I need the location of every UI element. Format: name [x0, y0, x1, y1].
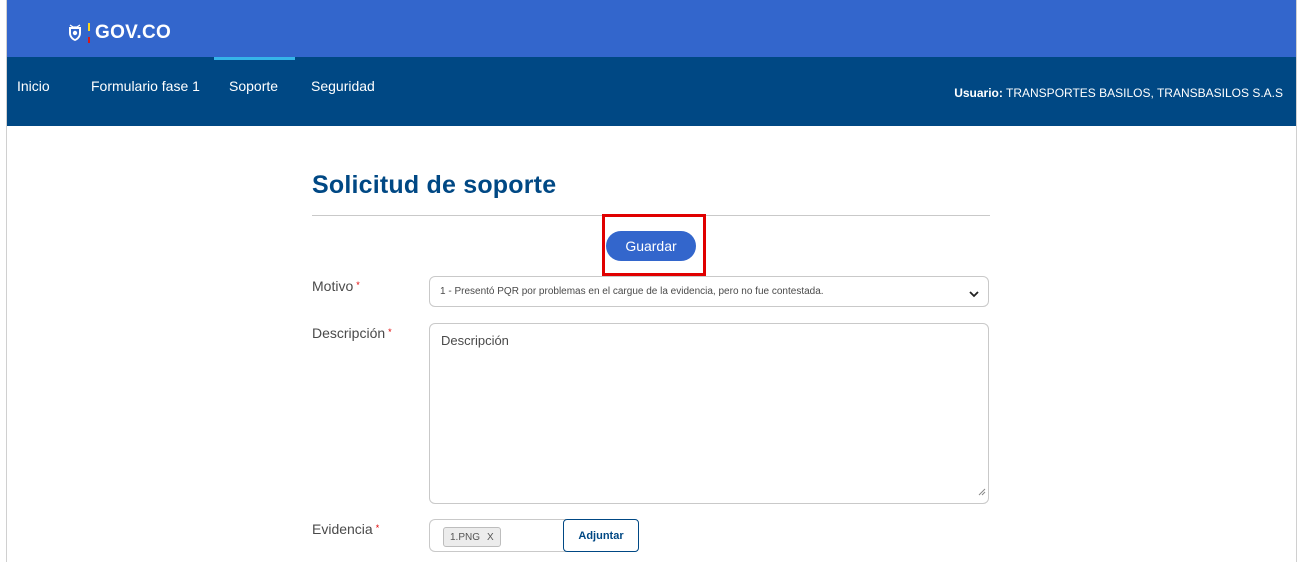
logo-divider — [88, 23, 90, 43]
gov-logo[interactable]: GOV.CO — [67, 20, 171, 46]
motivo-select[interactable]: 1 - Presentó PQR por problemas en el car… — [429, 276, 989, 307]
logo-text: GOV.CO — [95, 22, 172, 43]
required-mark: * — [388, 327, 392, 337]
motivo-select-value: 1 - Presentó PQR por problemas en el car… — [440, 286, 824, 297]
user-info-label: Usuario: — [954, 86, 1003, 100]
file-chip: 1.PNG X — [443, 527, 501, 547]
attach-button[interactable]: Adjuntar — [563, 519, 639, 552]
file-chip-name: 1.PNG — [450, 531, 481, 543]
required-mark: * — [356, 280, 360, 290]
page-title: Solicitud de soporte — [312, 171, 557, 199]
descripcion-textarea[interactable]: Descripción — [429, 323, 989, 504]
evidencia-label: Evidencia * — [312, 521, 379, 537]
resize-handle-icon[interactable] — [977, 483, 986, 501]
evidencia-file-list: 1.PNG X — [429, 519, 566, 552]
highlight-annotation — [602, 214, 706, 276]
nav-item-formulario-fase-1[interactable]: Formulario fase 1 — [91, 78, 200, 94]
chevron-down-icon — [968, 287, 980, 305]
nav-item-soporte[interactable]: Soporte — [229, 78, 278, 94]
nav-item-seguridad[interactable]: Seguridad — [311, 78, 375, 94]
user-info-value: TRANSPORTES BASILOS, TRANSBASILOS S.A.S — [1006, 86, 1283, 100]
nav-active-indicator — [214, 57, 295, 60]
nav-item-inicio[interactable]: Inicio — [17, 78, 50, 94]
motivo-label-text: Motivo — [312, 278, 354, 294]
descripcion-label-text: Descripción — [312, 325, 386, 341]
evidencia-label-text: Evidencia — [312, 521, 373, 537]
descripcion-placeholder: Descripción — [441, 333, 509, 348]
main-navbar: Inicio Formulario fase 1 Soporte Segurid… — [7, 57, 1296, 126]
user-info: Usuario: TRANSPORTES BASILOS, TRANSBASIL… — [954, 86, 1283, 100]
motivo-label: Motivo * — [312, 278, 360, 294]
required-mark: * — [375, 523, 380, 533]
escudo-icon — [67, 24, 83, 42]
descripcion-label: Descripción * — [312, 325, 392, 341]
remove-file-icon[interactable]: X — [487, 532, 494, 543]
gov-topbar: GOV.CO — [7, 0, 1296, 57]
app-frame: GOV.CO Inicio Formulario fase 1 Soporte … — [6, 0, 1297, 562]
